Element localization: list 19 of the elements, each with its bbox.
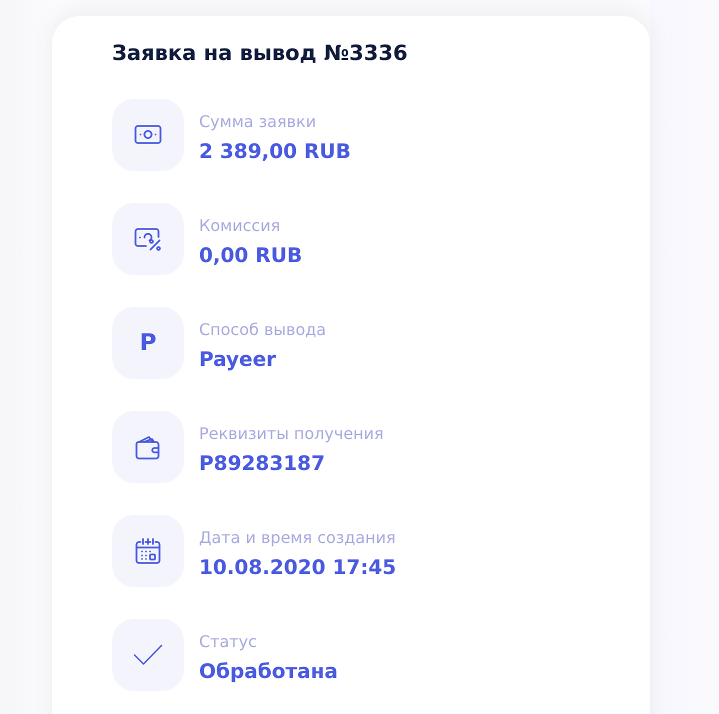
- detail-label: Сумма заявки: [199, 112, 316, 132]
- detail-value: Payeer: [199, 346, 276, 372]
- detail-label: Комиссия: [199, 216, 280, 236]
- banknote-percent-icon: [112, 203, 184, 275]
- check-icon: [112, 619, 184, 691]
- detail-value: 10.08.2020 17:45: [199, 554, 396, 580]
- detail-label: Дата и время создания: [199, 528, 396, 548]
- detail-value: 0,00 RUB: [199, 242, 302, 268]
- detail-value: 2 389,00 RUB: [199, 138, 351, 164]
- detail-label: Способ вывода: [199, 320, 326, 340]
- detail-value: P89283187: [199, 450, 325, 476]
- wallet-icon: [112, 411, 184, 483]
- request-title: Заявка на вывод №3336: [112, 40, 408, 67]
- detail-label: Статус: [199, 632, 257, 652]
- method-logo: P: [112, 307, 184, 379]
- calendar-icon: [112, 515, 184, 587]
- detail-value: Обработана: [199, 658, 338, 684]
- detail-label: Реквизиты получения: [199, 424, 384, 444]
- banknote-icon: [112, 99, 184, 171]
